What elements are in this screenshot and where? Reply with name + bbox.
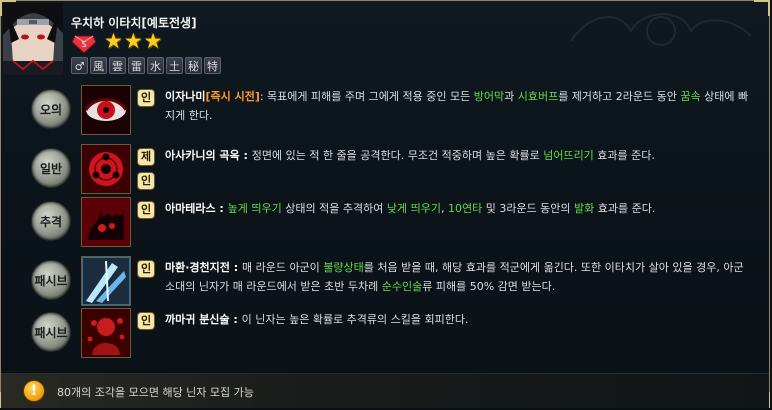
skill-type-badge: 오의 (31, 89, 71, 129)
description-text: , (440, 202, 448, 215)
keyword-highlight: 넘어뜨리기 (543, 149, 594, 162)
character-portrait[interactable] (3, 3, 63, 75)
skill-name: 이자나미 (165, 90, 206, 103)
skill-icon[interactable] (81, 144, 131, 194)
keyword-highlight: 시효버프 (517, 90, 559, 103)
description-text: 효과를 준다. (594, 202, 656, 215)
keyword-highlight: 불량상태 (323, 261, 364, 274)
skill-icon[interactable] (81, 308, 131, 358)
skill-icon[interactable] (81, 256, 131, 306)
description-text: 이 닌자는 높은 확률로 추격류의 스킬을 회피한다. (241, 313, 469, 326)
description-text: 매 라운드 아군이 (241, 261, 324, 274)
keyword-highlight: 순수인술 (381, 280, 423, 293)
skill-tag: 제 (137, 148, 155, 166)
skill-type-badge: 패시브 (31, 312, 71, 352)
attribute-icon[interactable]: 秘 (185, 57, 202, 74)
description-text: 를 제거하고 2라운드 동안 (558, 90, 681, 103)
star-icon: ★ (104, 29, 123, 53)
skill-type-badge: 추격 (31, 201, 71, 241)
grade-gem-icon: S (71, 35, 97, 54)
skill-name: 아사카니의 곡옥 : (165, 149, 252, 162)
attribute-icon[interactable]: 雷 (128, 57, 145, 74)
skill-tag: 인 (137, 172, 155, 190)
keyword-highlight: 방어막 (473, 90, 505, 103)
attribute-icon[interactable]: 雲 (109, 57, 126, 74)
description-text: 효과를 준다. (593, 149, 655, 162)
fragment-requirement-text: 80개의 조각을 모으면 해당 닌자 모집 가능 (57, 386, 254, 399)
skill-type-badge: 일반 (31, 148, 71, 188)
skill-tag: 인 (137, 201, 155, 219)
skill-type-badge: 패시브 (31, 260, 71, 300)
description-text: 상태의 적을 추격하여 (281, 202, 387, 215)
cast-tag: [즉시 시전] (205, 90, 260, 103)
description-text: 및 3라운드 동안의 (482, 202, 575, 215)
skill-type-label: 추격 (39, 215, 63, 229)
svg-text:S: S (81, 40, 86, 49)
skill-description: 까마귀 분신술 : 이 닌자는 높은 확률로 추격류의 스킬을 회피한다. (165, 310, 755, 329)
skill-tag: 인 (137, 312, 155, 330)
attribute-icon[interactable]: 水 (147, 57, 164, 74)
skill-tag: 인 (137, 89, 155, 107)
attribute-icons: ♂ 風雲雷水土秘特 (71, 57, 221, 74)
skill-name: 까마귀 분신술 : (165, 313, 242, 326)
skill-name: 아마테라스 : (165, 202, 228, 215)
skill-type-label: 패시브 (34, 326, 68, 340)
description-text: 류 피해를 50% 감면 받는다. (422, 280, 556, 293)
description-text: 과 (504, 90, 518, 103)
attribute-icon[interactable]: 特 (204, 57, 221, 74)
attribute-icon[interactable]: 土 (166, 57, 183, 74)
skill-icon[interactable] (81, 85, 131, 135)
description-text: 정면에 있는 적 한 줄을 공격한다. 무조건 적중하며 높은 확률로 (251, 149, 544, 162)
skill-tag: 인 (137, 260, 155, 278)
exclamation-icon: ! (23, 380, 45, 402)
footer-bar: ! 80개의 조각을 모으면 해당 닌자 모집 가능 (1, 373, 769, 408)
description-text: : 목표에게 피해를 주며 그에게 적용 중인 모든 (259, 90, 474, 103)
skill-description: 아사카니의 곡옥 : 정면에 있는 적 한 줄을 공격한다. 무조건 적중하며 … (165, 146, 755, 165)
skill-type-label: 패시브 (34, 274, 68, 288)
star-rating: ★ ★ ★ (104, 30, 162, 52)
skill-icon[interactable] (81, 197, 131, 247)
attribute-icon[interactable]: 風 (90, 57, 107, 74)
keyword-highlight: 발화 (574, 202, 595, 215)
skill-type-label: 일반 (39, 162, 63, 176)
star-icon: ★ (143, 29, 163, 53)
skill-description: 마환·경천지전 : 매 라운드 아군이 불량상태를 처음 받을 때, 해당 효과… (165, 258, 755, 296)
skill-name: 마환·경천지전 : (165, 261, 242, 274)
keyword-highlight: 꿈속 (680, 90, 701, 103)
keyword-highlight: 10연타 (447, 202, 483, 215)
keyword-highlight: 낮게 띄우기 (386, 202, 441, 215)
star-icon: ★ (123, 29, 143, 53)
keyword-highlight: 높게 띄우기 (227, 202, 282, 215)
ninja-info-panel: 우치하 이타치[예토전생] S ★ ★ ★ ♂ 風雲雷水土秘特 오의 인 이자나미[즉시 … (0, 0, 770, 408)
skill-description: 아마테라스 : 높게 띄우기 상태의 적을 추격하여 낮게 띄우기, 10연타 … (165, 199, 755, 218)
character-header: 우치하 이타치[예토전생] S ★ ★ ★ ♂ 風雲雷水土秘特 (1, 1, 769, 79)
skill-description: 이자나미[즉시 시전]: 목표에게 피해를 주며 그에게 적용 중인 모든 방어… (165, 87, 755, 125)
skill-type-label: 오의 (39, 103, 63, 117)
attribute-icon[interactable]: ♂ (71, 57, 88, 74)
